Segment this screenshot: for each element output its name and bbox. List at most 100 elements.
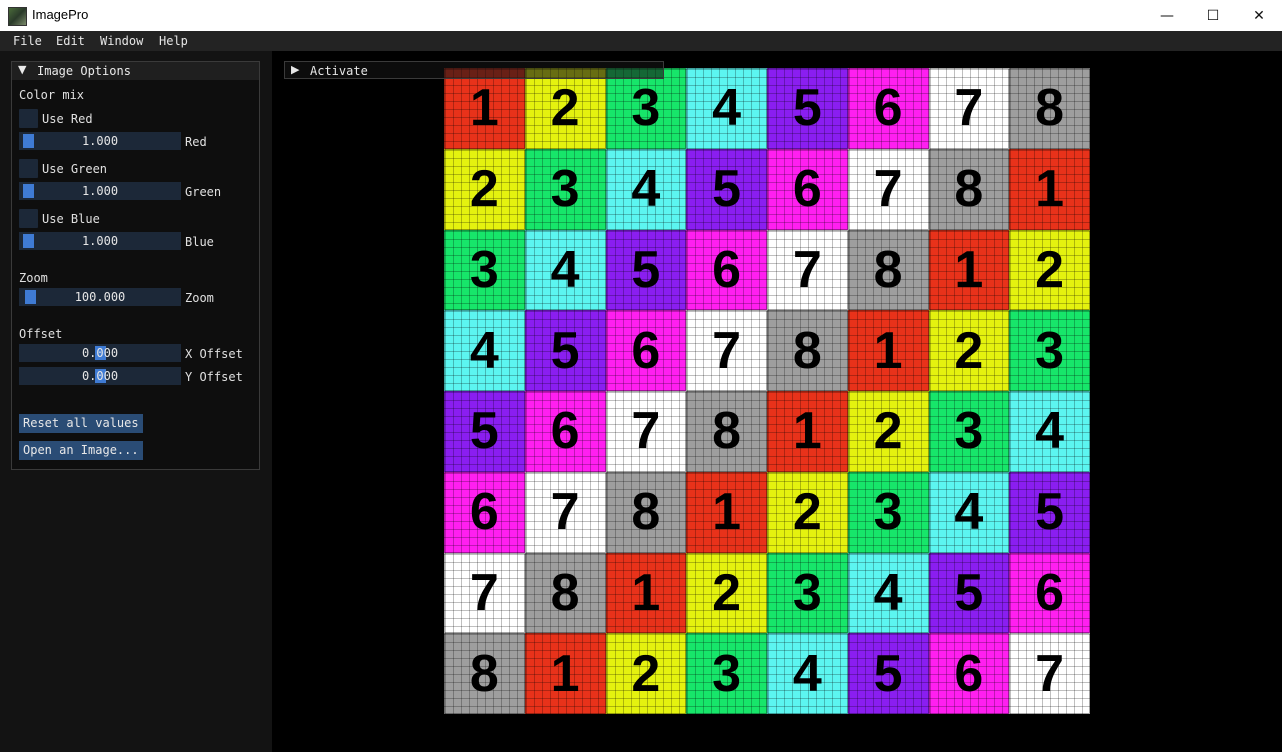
use-green-checkbox[interactable] bbox=[19, 159, 38, 178]
open-image-button[interactable]: Open an Image... bbox=[19, 441, 143, 460]
grid-cell: 1 bbox=[767, 391, 848, 472]
cell-number: 7 bbox=[712, 321, 742, 380]
cell-number: 5 bbox=[873, 644, 903, 703]
cell-number: 6 bbox=[873, 79, 903, 138]
grid-cell: 6 bbox=[1009, 552, 1090, 634]
title-bar: ImagePro — ☐ ✕ bbox=[0, 0, 1282, 32]
grid-cell: 4 bbox=[686, 68, 767, 149]
red-slider[interactable]: 1.000 bbox=[19, 132, 181, 150]
grid-cell: 6 bbox=[524, 391, 606, 472]
grid-cell: 6 bbox=[847, 68, 929, 149]
grid-cell: 5 bbox=[767, 68, 848, 149]
cell-number: 8 bbox=[954, 160, 984, 219]
cell-number: 1 bbox=[1035, 160, 1065, 219]
use-blue-checkbox[interactable] bbox=[19, 209, 38, 228]
cell-number: 8 bbox=[873, 240, 903, 299]
cell-number: 2 bbox=[712, 563, 742, 622]
cell-number: 3 bbox=[712, 644, 742, 703]
use-green-label: Use Green bbox=[42, 162, 108, 176]
cell-number: 7 bbox=[550, 483, 580, 542]
blue-slider[interactable]: 1.000 bbox=[19, 232, 181, 250]
cell-number: 8 bbox=[469, 644, 499, 703]
grid-cell: 5 bbox=[847, 633, 929, 714]
grid-cell: 2 bbox=[524, 68, 606, 149]
grid-cell: 1 bbox=[847, 310, 929, 391]
cell-number: 8 bbox=[631, 483, 661, 542]
grid-cell: 3 bbox=[686, 633, 767, 714]
x-offset-slider[interactable]: 0.000 bbox=[19, 344, 181, 362]
grid-cell: 2 bbox=[1009, 229, 1090, 311]
image-options-header[interactable]: ▼ Image Options bbox=[12, 62, 259, 80]
use-red-label: Use Red bbox=[42, 112, 93, 126]
cell-number: 5 bbox=[550, 321, 580, 380]
cell-number: 2 bbox=[631, 644, 661, 703]
cell-number: 2 bbox=[550, 79, 580, 138]
grid-cell: 3 bbox=[605, 68, 687, 149]
activate-header[interactable]: ▶ Activate bbox=[284, 61, 664, 79]
grid-cell: 4 bbox=[1009, 391, 1090, 472]
grid-cell: 3 bbox=[444, 229, 525, 311]
cell-number: 7 bbox=[1035, 644, 1065, 703]
cell-number: 3 bbox=[550, 160, 580, 219]
grid-cell: 3 bbox=[1009, 310, 1090, 391]
grid-cell: 3 bbox=[767, 552, 848, 634]
menu-file[interactable]: File bbox=[13, 34, 42, 48]
grid-cell: 7 bbox=[686, 310, 767, 391]
image-options-title: Image Options bbox=[37, 64, 131, 78]
grid-cell: 7 bbox=[444, 552, 525, 634]
grid-cell: 1 bbox=[605, 552, 687, 634]
maximize-icon[interactable]: ☐ bbox=[1190, 0, 1236, 31]
cell-number: 2 bbox=[469, 160, 499, 219]
grid-cell: 7 bbox=[847, 148, 929, 230]
cell-number: 6 bbox=[792, 160, 822, 219]
menu-edit[interactable]: Edit bbox=[56, 34, 85, 48]
cell-number: 1 bbox=[631, 563, 661, 622]
cell-number: 3 bbox=[469, 240, 499, 299]
grid-cell: 5 bbox=[1009, 471, 1090, 553]
grid-cell: 5 bbox=[928, 552, 1010, 634]
grid-cell: 8 bbox=[524, 552, 606, 634]
cell-number: 2 bbox=[792, 483, 822, 542]
grid-cell: 8 bbox=[767, 310, 848, 391]
cell-number: 6 bbox=[712, 240, 742, 299]
reset-all-values-button[interactable]: Reset all values bbox=[19, 414, 143, 433]
minimize-icon[interactable]: — bbox=[1144, 0, 1190, 31]
cell-number: 1 bbox=[873, 321, 903, 380]
grid-cell: 8 bbox=[686, 391, 767, 472]
cell-number: 7 bbox=[631, 402, 661, 461]
cell-number: 8 bbox=[792, 321, 822, 380]
blue-label: Blue bbox=[185, 235, 214, 249]
collapse-triangle-icon[interactable]: ▼ bbox=[18, 63, 26, 76]
grid-cell: 4 bbox=[847, 552, 929, 634]
red-label: Red bbox=[185, 135, 207, 149]
grid-cell: 7 bbox=[767, 229, 848, 311]
cell-number: 4 bbox=[873, 563, 903, 622]
grid-cell: 1 bbox=[686, 471, 767, 553]
menu-window[interactable]: Window bbox=[100, 34, 143, 48]
grid-cell: 4 bbox=[605, 148, 687, 230]
grid-cell: 2 bbox=[686, 552, 767, 634]
grid-cell: 3 bbox=[928, 391, 1010, 472]
cell-number: 2 bbox=[954, 321, 984, 380]
cell-number: 4 bbox=[792, 644, 822, 703]
window-title: ImagePro bbox=[32, 7, 89, 22]
green-label: Green bbox=[185, 185, 222, 199]
cell-number: 4 bbox=[954, 483, 984, 542]
close-icon[interactable]: ✕ bbox=[1236, 0, 1282, 31]
cell-number: 7 bbox=[954, 79, 984, 138]
grid-cell: 3 bbox=[847, 471, 929, 553]
green-slider[interactable]: 1.000 bbox=[19, 182, 181, 200]
menu-help[interactable]: Help bbox=[159, 34, 188, 48]
zoom-slider[interactable]: 100.000 bbox=[19, 288, 181, 306]
cell-number: 1 bbox=[954, 240, 984, 299]
menu-bar: File Edit Window Help bbox=[0, 31, 1282, 51]
cell-number: 7 bbox=[792, 240, 822, 299]
use-red-checkbox[interactable] bbox=[19, 109, 38, 128]
grid-cell: 5 bbox=[605, 229, 687, 311]
expand-triangle-icon[interactable]: ▶ bbox=[291, 63, 299, 76]
cell-number: 6 bbox=[631, 321, 661, 380]
grid-cell: 1 bbox=[928, 229, 1010, 311]
y-offset-slider[interactable]: 0.000 bbox=[19, 367, 181, 385]
grid-cell: 6 bbox=[444, 471, 525, 553]
cell-number: 4 bbox=[631, 160, 661, 219]
